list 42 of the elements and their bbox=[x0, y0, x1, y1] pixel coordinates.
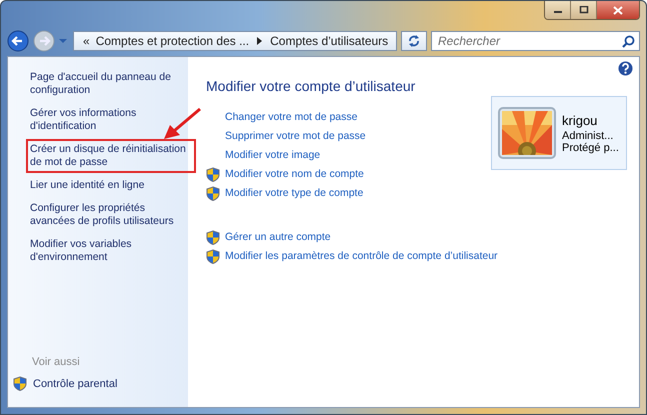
search-field[interactable]: Rechercher bbox=[436, 34, 622, 48]
account-status: Protégé p... bbox=[562, 142, 619, 154]
user-name: krigou bbox=[562, 112, 598, 128]
sidebar-link[interactable]: Lier une identité en ligne bbox=[30, 179, 192, 192]
task-link[interactable]: Supprimer votre mot de passe bbox=[225, 130, 366, 142]
page-title: Modifier votre compte d’utilisateur bbox=[206, 78, 416, 94]
shield-icon bbox=[206, 248, 220, 264]
see-also-link[interactable]: Contrôle parental bbox=[33, 378, 118, 390]
breadcrumb-item[interactable]: Comptes d’utilisateurs bbox=[270, 34, 388, 48]
breadcrumb-overflow[interactable]: « bbox=[83, 34, 90, 48]
task-link[interactable]: Changer votre mot de passe bbox=[225, 111, 358, 123]
sidebar-link[interactable]: Créer un disque de réinitialisation de mot de passe bbox=[30, 143, 192, 169]
minimize-button[interactable] bbox=[545, 1, 571, 19]
annotation-arrow bbox=[162, 107, 202, 141]
breadcrumb-item[interactable]: Comptes et protection des ... bbox=[96, 34, 250, 48]
close-icon bbox=[613, 6, 623, 14]
task-link[interactable]: Modifier votre image bbox=[225, 149, 320, 161]
account-type: Administ... bbox=[562, 130, 614, 142]
shield-icon bbox=[206, 230, 220, 244]
shield-icon bbox=[206, 166, 220, 182]
sidebar-link[interactable]: Configurer les propriétés avancées de profils utilisateurs bbox=[30, 202, 192, 228]
section-heading: Voir aussi bbox=[31, 356, 81, 368]
separator-arrow-icon[interactable] bbox=[257, 37, 262, 45]
shield-icon bbox=[13, 376, 27, 391]
refresh-button[interactable] bbox=[401, 31, 427, 51]
task-link[interactable]: Modifier les paramètres de contrôle de compte d’utilisateur bbox=[225, 250, 498, 262]
sidebar-link[interactable]: Modifier vos variables d'environnement bbox=[30, 238, 192, 264]
task-link[interactable]: Modifier votre type de compte bbox=[225, 187, 364, 199]
search-bar[interactable]: Rechercher bbox=[431, 31, 640, 51]
sidebar-link[interactable]: Page d'accueil du panneau de configuration bbox=[30, 71, 192, 97]
task-link[interactable]: Gérer un autre compte bbox=[225, 231, 331, 243]
address-bar[interactable]: « Comptes et protection des ... Comptes d’utilisateurs bbox=[73, 31, 397, 51]
help-icon[interactable] bbox=[618, 61, 633, 76]
sidebar-link[interactable]: Gérer vos informations d'identification bbox=[30, 107, 192, 133]
maximize-button[interactable] bbox=[571, 1, 597, 19]
refresh-icon bbox=[407, 34, 421, 48]
shield-icon bbox=[206, 186, 220, 200]
close-button[interactable] bbox=[597, 1, 639, 19]
search-icon[interactable] bbox=[622, 34, 635, 48]
maximize-icon bbox=[578, 6, 588, 14]
back-button[interactable] bbox=[7, 30, 29, 52]
task-link[interactable]: Modifier votre nom de compte bbox=[225, 168, 364, 180]
